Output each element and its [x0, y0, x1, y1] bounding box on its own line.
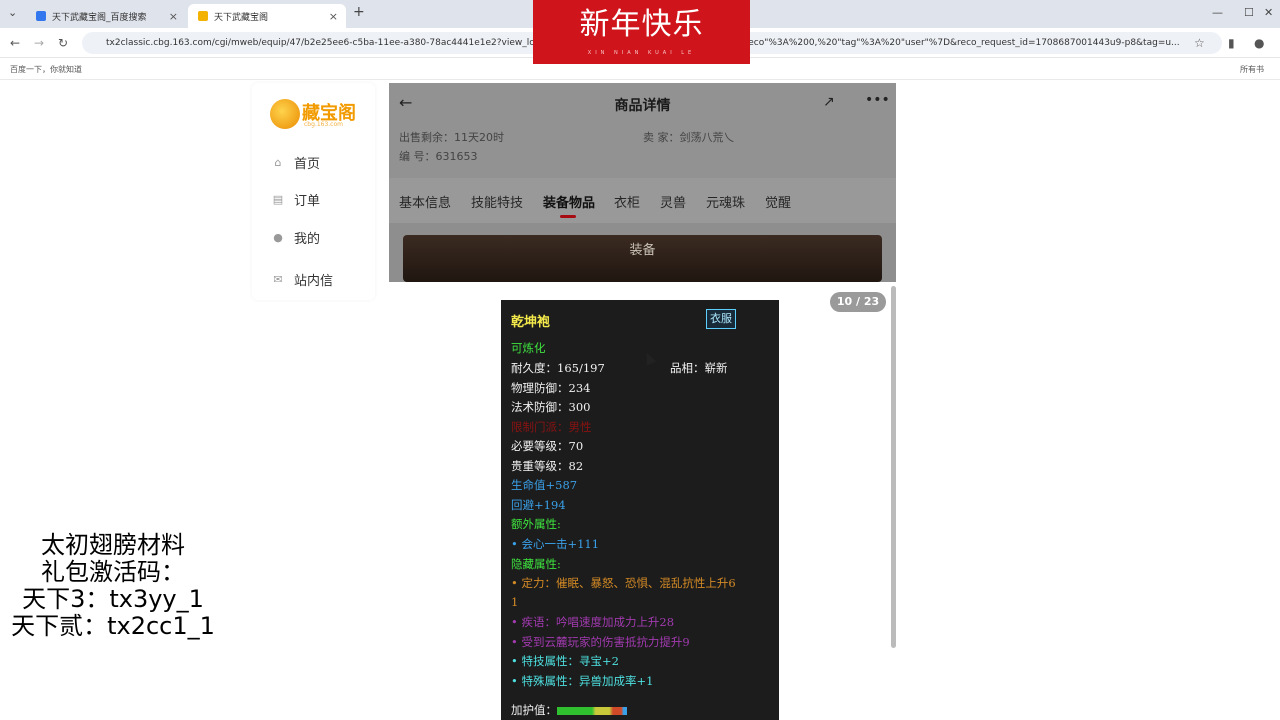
treasure-pot-icon	[270, 99, 300, 129]
profile-icon[interactable]: ●	[1254, 36, 1264, 50]
active-tab-indicator	[560, 215, 576, 218]
new-tab-button[interactable]: +	[353, 4, 365, 20]
extra-attr-title: 额外属性:	[511, 517, 561, 531]
back-icon[interactable]: ←	[10, 36, 20, 50]
item-type-badge: 衣服	[706, 309, 736, 329]
tab-skills[interactable]: 技能特技	[471, 192, 523, 211]
sidebar-item-label: 首页	[294, 157, 321, 172]
tab-pets[interactable]: 灵兽	[660, 192, 686, 211]
banner-text: 新年快乐	[579, 7, 704, 42]
promo-line-2: 礼包激活码：	[41, 558, 185, 586]
share-icon[interactable]: ↗	[823, 94, 835, 110]
logo-sub: cbg.163.com	[304, 121, 343, 128]
url-tail-text: reco"%3A%200,%20"tag"%3A%20"user"%7D&rec…	[744, 38, 1180, 48]
new-year-banner: 新年快乐 XIN NIAN KUAI LE	[533, 0, 750, 64]
browser-tab-baidu[interactable]: 天下武藏宝阁_百度搜索 ×	[26, 4, 186, 28]
sidebar-item-label: 我的	[294, 232, 321, 247]
quality-text: 品相：崭新	[670, 361, 728, 375]
special-attr: • 特殊属性：异兽加成率+1	[511, 674, 654, 688]
tab-title: 天下武藏宝阁_百度搜索	[52, 12, 147, 23]
durability-text: 耐久度：165/197	[511, 361, 605, 375]
cbg-favicon-icon	[198, 11, 208, 21]
equipment-header: 装备	[403, 235, 882, 282]
tab-equipment[interactable]: 装备物品	[543, 192, 595, 211]
extra-attr-1: • 会心一击+111	[511, 537, 600, 551]
cbg-logo[interactable]: 藏宝阁 cbg.163.com	[270, 97, 360, 133]
all-bookmarks[interactable]: 所有书	[1240, 64, 1264, 75]
sidebar-item-orders[interactable]: ▤ 订单	[272, 190, 320, 209]
tab-search-icon[interactable]: ⌄	[8, 6, 17, 19]
tab-basic-info[interactable]: 基本信息	[399, 192, 451, 211]
browser-tab-cbg[interactable]: 天下武藏宝阁 ×	[188, 4, 346, 28]
detail-top: ← 商品详情 ↗ ••• 出售剩余：11天20时 卖 家：剑荡八荒乀 编 号：6…	[389, 83, 896, 178]
detail-header-dimmed: ← 商品详情 ↗ ••• 出售剩余：11天20时 卖 家：剑荡八荒乀 编 号：6…	[389, 83, 896, 282]
minimize-icon[interactable]: —	[1212, 6, 1223, 19]
promo-line-3: 天下3：tx3yy_1	[22, 585, 204, 613]
value-level-text: 贵重等级：82	[511, 459, 584, 473]
url-text: tx2classic.cbg.163.com/cgi/mweb/equip/47…	[106, 38, 535, 48]
page-title: 商品详情	[614, 98, 671, 114]
item-name: 乾坤袍	[511, 315, 551, 330]
dodge-bonus-text: 回避+194	[511, 498, 566, 512]
order-icon: ▤	[272, 192, 284, 206]
close-window-icon[interactable]: ✕	[1264, 6, 1273, 19]
tab-title: 天下武藏宝阁	[214, 12, 269, 23]
tab-wardrobe[interactable]: 衣柜	[614, 192, 640, 211]
hidden-attr-title: 隐藏属性:	[511, 557, 561, 571]
baidu-favicon-icon	[36, 11, 46, 21]
hp-bonus-text: 生命值+587	[511, 478, 578, 492]
item-tooltip-card: 乾坤袍 衣服 可炼化 耐久度：165/197 品相：崭新 物理防御：234 法术…	[501, 300, 779, 720]
promo-line-4: 天下贰：tx2cc1_1	[11, 612, 215, 640]
hidden-attr-3: • 受到云麓玩家的伤害抵抗力提升9	[511, 635, 690, 649]
sale-time-left: 出售剩余：11天20时	[399, 131, 504, 144]
hidden-attr-1-cont: 1	[511, 595, 519, 609]
image-counter: 10 / 23	[830, 292, 886, 312]
reload-icon[interactable]: ↻	[58, 36, 68, 50]
scrollbar[interactable]	[891, 286, 896, 648]
more-icon[interactable]: •••	[865, 92, 890, 108]
skill-attr: • 特技属性：寻宝+2	[511, 654, 619, 668]
promo-line-1: 太初翅膀材料	[41, 531, 185, 559]
mail-icon: ✉	[273, 272, 283, 286]
promo-code-overlay: 太初翅膀材料 礼包激活码： 天下3：tx3yy_1 天下贰：tx2cc1_1	[0, 527, 226, 645]
tab-soul-orbs[interactable]: 元魂珠	[706, 192, 745, 211]
equipment-label: 装备	[629, 243, 656, 258]
serial-number: 编 号：631653	[399, 150, 478, 163]
hidden-attr-1: • 定力：催眠、暴怒、恐惧、混乱抗性上升6	[511, 576, 736, 590]
sidebar-item-label: 订单	[294, 194, 321, 209]
sidebar-item-mine[interactable]: ● 我的	[272, 228, 320, 247]
home-icon: ⌂	[274, 155, 282, 169]
maximize-icon[interactable]: ☐	[1244, 6, 1254, 19]
star-icon[interactable]: ☆	[1194, 36, 1205, 50]
hidden-attr-2: • 疾语：吟唱速度加成力上升28	[511, 615, 675, 629]
banner-sub: XIN NIAN KUAI LE	[587, 50, 696, 56]
detail-tabs: 基本信息 技能特技 装备物品 衣柜 灵兽 元魂珠 觉醒	[389, 178, 896, 223]
sidebar-item-home[interactable]: ⌂ 首页	[272, 153, 321, 172]
magic-def-text: 法术防御：300	[511, 400, 591, 414]
tab-awaken[interactable]: 觉醒	[765, 192, 791, 211]
level-req-text: 必要等级：70	[511, 439, 584, 453]
sidepanel-icon[interactable]: ▮	[1228, 36, 1235, 50]
forward-icon[interactable]: →	[34, 36, 44, 50]
refinable-text: 可炼化	[511, 341, 546, 355]
restriction-text: 限制门派：男性	[511, 420, 592, 434]
phys-def-text: 物理防御：234	[511, 381, 591, 395]
seller-name: 卖 家：剑荡八荒乀	[643, 131, 735, 144]
sidebar: 藏宝阁 cbg.163.com ⌂ 首页 ▤ 订单 ● 我的 ✉ 站内信	[252, 83, 375, 300]
bookmark-baidu[interactable]: 百度一下，你就知道	[10, 64, 82, 75]
guard-label: 加护值：	[511, 703, 557, 717]
guard-value: 加护值：	[511, 702, 627, 718]
user-icon: ●	[273, 230, 283, 244]
guard-bar	[557, 707, 627, 715]
close-tab-icon[interactable]: ×	[329, 10, 338, 23]
sidebar-item-label: 站内信	[294, 274, 334, 289]
close-tab-icon[interactable]: ×	[169, 10, 178, 23]
sidebar-item-messages[interactable]: ✉ 站内信	[272, 270, 333, 289]
